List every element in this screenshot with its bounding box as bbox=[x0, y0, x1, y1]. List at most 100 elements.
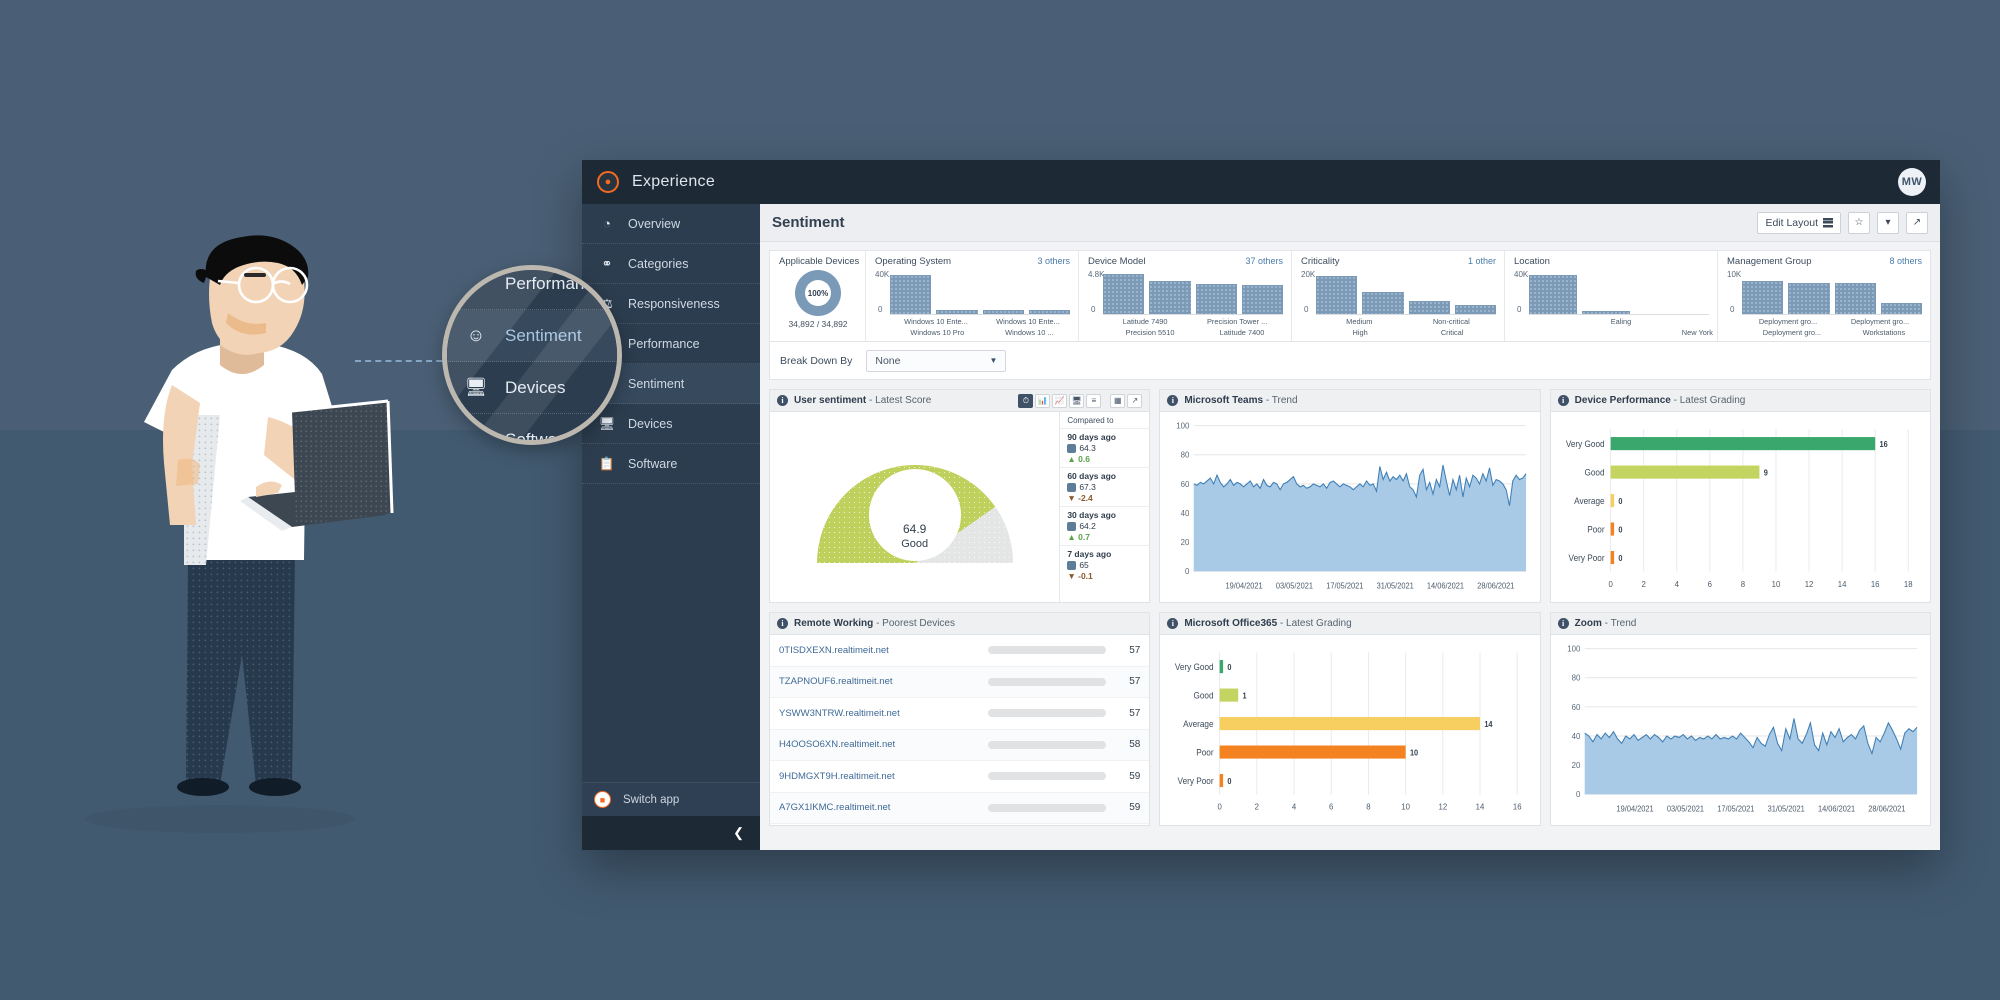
list-item[interactable]: YSWW3NTRW.realtimeit.net 57 bbox=[770, 698, 1150, 730]
zoom-trend-chart: 0 20 40 60 80 100 19/04/2021 03/05/2021 17/05/20… bbox=[1551, 635, 1930, 825]
list-item[interactable]: 9HDMGXT9H.realtimeit.net 59 bbox=[770, 761, 1150, 793]
kpi-others-link[interactable]: 8 others bbox=[1889, 256, 1922, 266]
card-body: 0 2 4 6 8 10 12 14 16 18 Very Good 16 Good 9 Average 0 P… bbox=[1551, 412, 1930, 602]
fullscreen-button[interactable]: ↗ bbox=[1906, 211, 1928, 234]
line-chart-view-icon[interactable]: 📈 bbox=[1052, 393, 1068, 408]
kpi-ymax-label: 40K bbox=[875, 270, 890, 279]
comparison-delta: ▲ 0.6 bbox=[1067, 454, 1090, 464]
magnified-sidebar: ⏱ Performance ☺ Sentiment 🖥 Devices 📋 So… bbox=[447, 270, 617, 440]
switch-app-button[interactable]: ■ Switch app bbox=[582, 782, 760, 816]
kpi-bars bbox=[1316, 269, 1496, 315]
card-title-main: Remote Working bbox=[794, 618, 874, 629]
kpi-operating-system[interactable]: Operating System 3 others 40K 0 Windows … bbox=[866, 251, 1079, 341]
info-icon[interactable]: i bbox=[1167, 395, 1179, 406]
kpi-others-link[interactable]: 37 others bbox=[1245, 256, 1283, 266]
sidebar-item-label: Responsiveness bbox=[628, 296, 720, 311]
gauge-readout: 64.9 Good bbox=[901, 522, 928, 550]
star-icon: ☆ bbox=[1854, 217, 1864, 228]
svg-text:18: 18 bbox=[1904, 579, 1913, 588]
card-header: i Remote Working - Poorest Devices bbox=[770, 613, 1150, 635]
lens-item-performance[interactable]: ⏱ Performance bbox=[447, 270, 617, 310]
comparison-delta: ▼ -2.4 bbox=[1067, 493, 1093, 503]
monitor-view-icon[interactable]: 🖥 bbox=[1069, 393, 1085, 408]
sidebar-item-software[interactable]: 📋 Software bbox=[582, 444, 760, 484]
svg-text:14: 14 bbox=[1837, 579, 1846, 588]
gauge-state: Good bbox=[901, 538, 929, 551]
expand-icon[interactable]: ↗ bbox=[1127, 393, 1143, 408]
svg-text:60: 60 bbox=[1181, 479, 1190, 488]
device-score: 57 bbox=[1129, 676, 1141, 688]
card-header: i Microsoft Teams - Trend bbox=[1160, 390, 1540, 412]
kpi-cat: Windows 10 Ente... bbox=[996, 317, 1060, 326]
card-title: Zoom - Trend bbox=[1575, 618, 1637, 629]
device-name: A7GX1IKMC.realtimeit.net bbox=[779, 802, 891, 814]
favourite-button[interactable]: ☆ bbox=[1848, 211, 1870, 234]
kpi-others-link[interactable]: 1 other bbox=[1468, 256, 1496, 266]
favourite-dropdown-button[interactable]: ▾ bbox=[1877, 211, 1899, 234]
svg-text:0: 0 bbox=[1608, 579, 1613, 588]
device-name: 9HDMGXT9H.realtimeit.net bbox=[779, 770, 895, 782]
table-view-icon[interactable]: ▦ bbox=[1110, 393, 1126, 408]
bar-chart-view-icon[interactable]: 📊 bbox=[1035, 393, 1051, 408]
svg-text:12: 12 bbox=[1804, 579, 1813, 588]
kpi-others-link[interactable]: 3 others bbox=[1037, 256, 1070, 266]
kpi-management-group[interactable]: Management Group 8 others 10K 0 Deployme… bbox=[1718, 251, 1930, 341]
score-bar bbox=[988, 740, 1107, 749]
svg-text:14/06/2021: 14/06/2021 bbox=[1427, 581, 1464, 590]
device-name: H4OOSO6XN.realtimeit.net bbox=[779, 739, 896, 751]
list-item[interactable]: 0TISDXEXN.realtimeit.net 57 bbox=[770, 635, 1150, 667]
card-header: i Zoom - Trend bbox=[1550, 613, 1930, 635]
info-icon[interactable]: i bbox=[1557, 395, 1569, 406]
comparison-period: 7 days ago bbox=[1067, 549, 1112, 559]
info-icon[interactable]: i bbox=[1557, 618, 1569, 629]
svg-text:Very Poor: Very Poor bbox=[1178, 775, 1214, 785]
svg-text:28/06/2021: 28/06/2021 bbox=[1868, 804, 1905, 813]
avatar[interactable]: MW bbox=[1898, 168, 1926, 196]
list-item[interactable]: TZAPNOUF6.realtimeit.net 57 bbox=[770, 666, 1150, 698]
lens-item-devices[interactable]: 🖥 Devices bbox=[447, 362, 617, 414]
sidebar-collapse-button[interactable]: ❮ bbox=[582, 816, 760, 850]
comparison-panel: Compared to 90 days ago 64.3 ▲ 0.6 60 da… bbox=[1059, 412, 1150, 602]
gauge-view-icon[interactable]: ⏱ bbox=[1018, 393, 1034, 408]
kpi-location[interactable]: Location 40K 0 Ealing New York bbox=[1505, 251, 1718, 341]
kpi-yzero-label: 0 bbox=[878, 305, 883, 314]
brand-logo-icon: ● bbox=[597, 171, 619, 193]
card-body: 0 20 40 60 80 100 19/04/2021 03/05/2021 17/05/20… bbox=[1160, 412, 1539, 602]
svg-text:Good: Good bbox=[1194, 690, 1214, 700]
list-view-icon[interactable]: ≡ bbox=[1086, 393, 1102, 408]
card-body: 0 2 4 6 8 10 12 14 16 Very Good 0 Good 1 Average 14 Poo… bbox=[1160, 635, 1539, 825]
kpi-x-labels: Medium Non-critical High Critical bbox=[1316, 316, 1500, 340]
kpi-criticality[interactable]: Criticality 1 other 20K 0 Medium Non-crit… bbox=[1292, 251, 1505, 341]
kpi-cat: Deployment gro... bbox=[1758, 317, 1818, 326]
score-bar bbox=[988, 677, 1107, 686]
edit-layout-button[interactable]: Edit Layout bbox=[1757, 211, 1841, 234]
kpi-bars bbox=[1103, 269, 1283, 315]
kpi-cat: Precision Tower ... bbox=[1207, 317, 1268, 326]
comparison-period: 30 days ago bbox=[1067, 510, 1116, 520]
sidebar-item-overview[interactable]: ◔ Overview bbox=[582, 204, 760, 244]
lens-item-sentiment[interactable]: ☺ Sentiment bbox=[447, 310, 617, 362]
kpi-bars bbox=[1742, 269, 1922, 315]
score-bar bbox=[988, 646, 1107, 655]
comparison-score-value: 64.3 bbox=[1079, 443, 1096, 453]
edit-layout-label: Edit Layout bbox=[1765, 216, 1818, 229]
info-icon[interactable]: i bbox=[777, 618, 788, 629]
breakdown-select[interactable]: None ▼ bbox=[866, 349, 1007, 372]
kpi-device-model[interactable]: Device Model 37 others 4.8K 0 Latitude 7… bbox=[1079, 251, 1292, 341]
svg-text:10: 10 bbox=[1771, 579, 1780, 588]
sidebar-item-label: Performance bbox=[628, 336, 700, 351]
teams-trend-chart: 0 20 40 60 80 100 19/04/2021 03/05/2021 17/05/20… bbox=[1160, 412, 1539, 602]
info-icon[interactable]: i bbox=[1167, 618, 1179, 629]
comparison-score: 64.3 bbox=[1067, 443, 1149, 453]
info-icon[interactable]: i bbox=[777, 395, 788, 406]
svg-text:60: 60 bbox=[1571, 702, 1580, 711]
svg-text:19/04/2021: 19/04/2021 bbox=[1616, 804, 1653, 813]
score-badge-icon bbox=[1067, 443, 1077, 453]
kpi-applicable-devices[interactable]: Applicable Devices 100% 34,892 / 34,892 bbox=[770, 251, 866, 341]
chevron-left-icon: ❮ bbox=[733, 825, 744, 840]
kpi-cat: Windows 10 Ente... bbox=[904, 317, 968, 326]
switch-app-label: Switch app bbox=[623, 793, 680, 806]
list-item[interactable]: A7GX1IKMC.realtimeit.net 59 bbox=[770, 792, 1150, 824]
card-tools: ⏱ 📊 📈 🖥 ≡ ▦ ↗ bbox=[1018, 393, 1143, 408]
list-item[interactable]: H4OOSO6XN.realtimeit.net 58 bbox=[770, 729, 1150, 761]
